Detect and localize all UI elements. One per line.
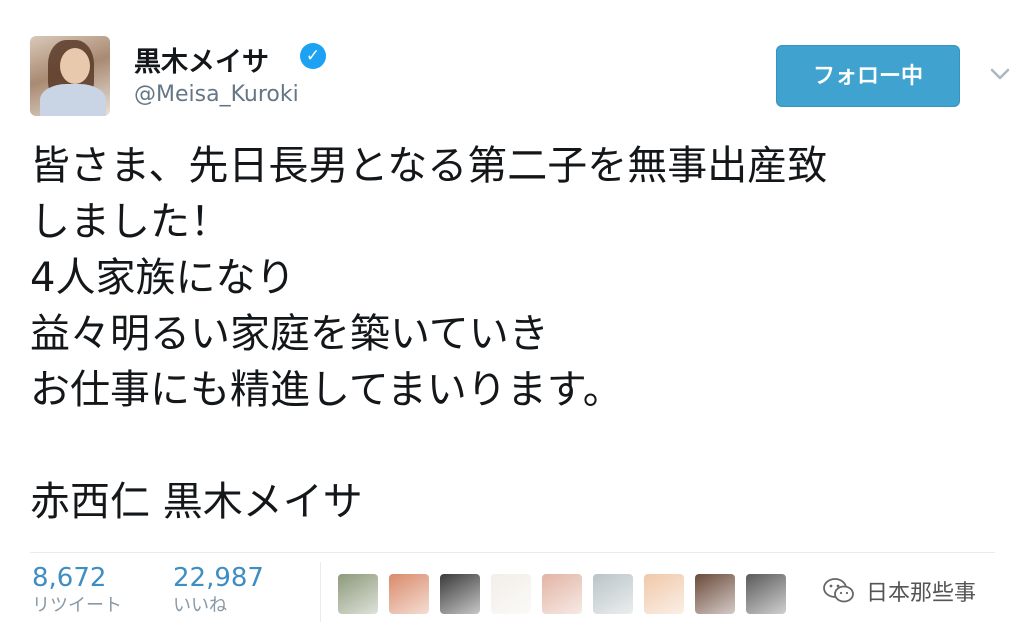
watermark-text: 日本那些事 [866,581,977,606]
avatar-face [60,48,90,84]
user-handle[interactable]: @Meisa_Kuroki [134,82,299,107]
like-count: 22,987 [173,563,264,593]
tweet-signature: 赤西仁 黒木メイサ [30,479,363,525]
liker-avatar-5[interactable] [542,574,582,614]
profile-avatar[interactable] [30,36,110,116]
verified-check-icon: ✓ [300,43,326,69]
watermark: 日本那些事 [822,574,976,608]
display-name[interactable]: 黒木メイサ [134,40,269,79]
following-button[interactable]: フォロー中 [776,45,960,107]
liker-avatar-8[interactable] [695,574,735,614]
like-stat[interactable]: 22,987 いいね [173,562,264,618]
tweet-text: 皆さま、先日長男となる第二子を無事出産致 しました！ 4人家族になり 益々明るい… [30,138,1005,530]
liker-avatar-1[interactable] [338,574,378,614]
like-label: いいね [173,595,227,616]
retweet-stat[interactable]: 8,672 リツイート [32,562,122,618]
avatar-body [40,84,106,116]
stats-separator [320,562,321,622]
liker-avatar-7[interactable] [644,574,684,614]
liker-avatar-6[interactable] [593,574,633,614]
tweet-line: お仕事にも精進してまいります。 [30,367,623,413]
liker-avatar-3[interactable] [440,574,480,614]
retweet-count: 8,672 [32,563,107,593]
wechat-icon [823,578,854,603]
divider [30,552,995,553]
retweet-label: リツイート [32,595,122,616]
tweet-line: しました！ [30,199,230,245]
tweet-line: 4人家族になり [30,255,296,301]
tweet-line: 益々明るい家庭を築いていき [30,311,549,357]
tweet-line: 皆さま、先日長男となる第二子を無事出産致 [30,143,828,189]
liker-avatar-4[interactable] [491,574,531,614]
liker-avatar-9[interactable] [746,574,786,614]
chevron-down-icon[interactable] [988,62,1012,86]
liker-avatar-2[interactable] [389,574,429,614]
